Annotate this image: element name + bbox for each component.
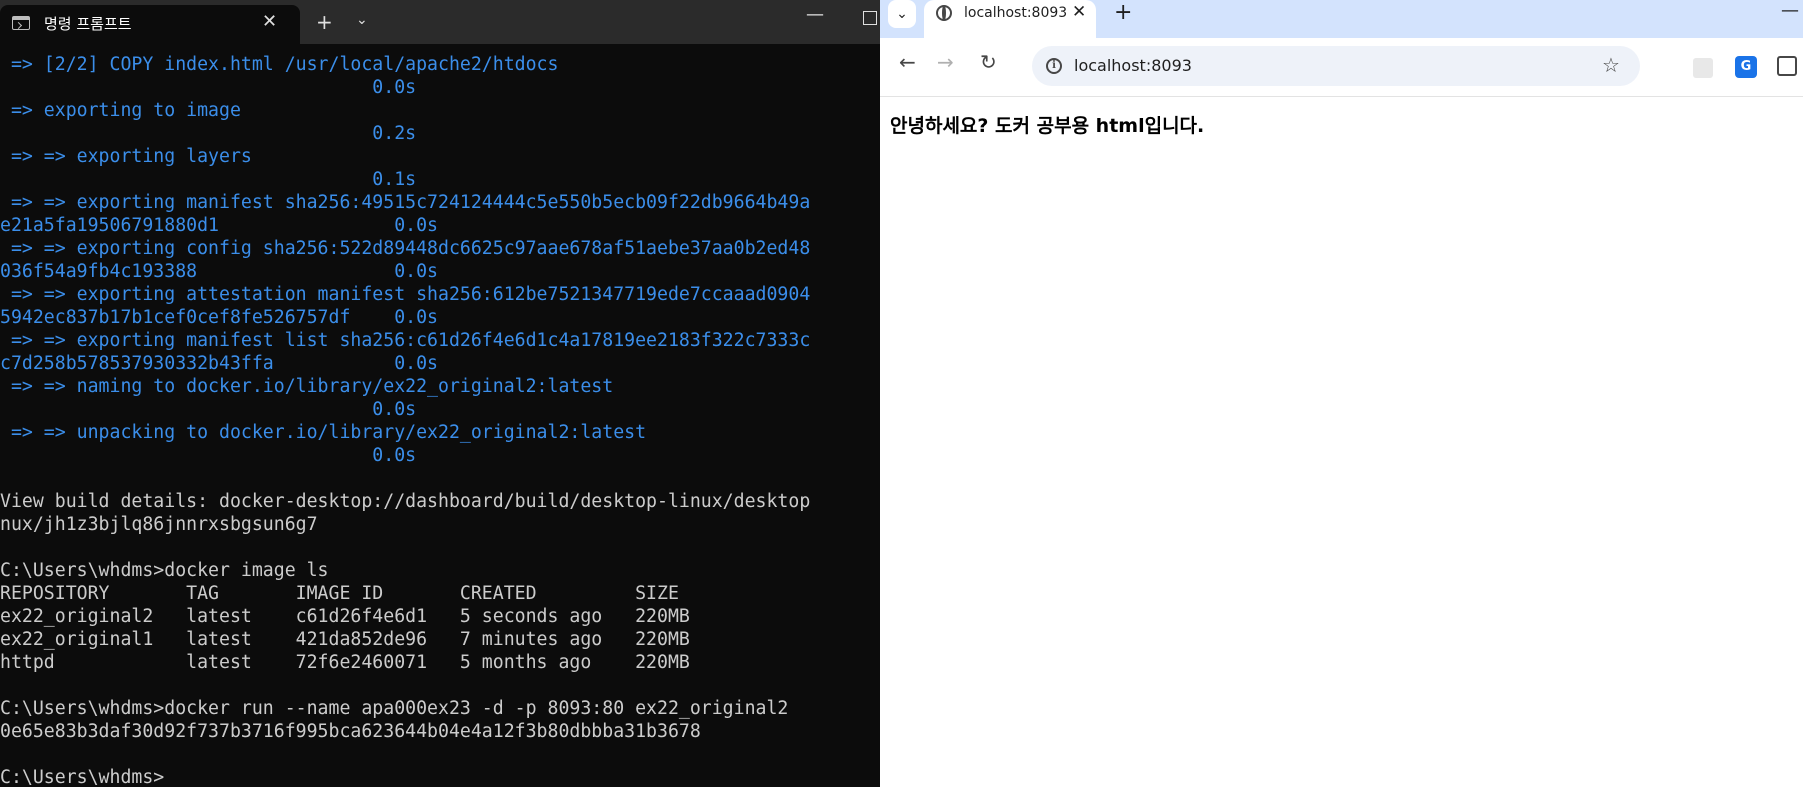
maximize-button[interactable]: [863, 11, 877, 25]
new-tab-button[interactable]: +: [316, 10, 333, 34]
terminal-tab-bar: 명령 프롬프트 ✕ + ⌄ —: [0, 0, 880, 44]
close-tab-icon[interactable]: ✕: [262, 11, 277, 32]
terminal-window[interactable]: 명령 프롬프트 ✕ + ⌄ — => [2/2] COPY index.html…: [0, 0, 880, 787]
browser-window: ⌄ localhost:8093 ✕ + — ← → ↻ i localhost…: [880, 0, 1803, 787]
terminal-line: e21a5fa19506791880d1 0.0s: [0, 215, 438, 236]
extensions-puzzle-icon[interactable]: [1777, 56, 1797, 76]
bookmark-star-icon[interactable]: ☆: [1602, 53, 1620, 77]
terminal-line: 0.1s: [0, 169, 417, 190]
terminal-line: => => exporting layers: [0, 146, 252, 167]
close-tab-icon[interactable]: ✕: [1072, 2, 1086, 22]
terminal-line: 0.0s: [0, 445, 417, 466]
globe-icon: [936, 5, 952, 21]
forward-button[interactable]: →: [937, 52, 954, 72]
browser-tab-bar: ⌄ localhost:8093 ✕ + —: [880, 0, 1803, 38]
translate-icon[interactable]: G: [1735, 56, 1757, 78]
url-text[interactable]: localhost:8093: [1074, 56, 1192, 75]
page-body-text: 안녕하세요? 도커 공부용 html입니다.: [890, 115, 1205, 137]
terminal-output[interactable]: => [2/2] COPY index.html /usr/local/apac…: [0, 53, 880, 787]
terminal-line: httpd latest 72f6e2460071 5 months ago 2…: [0, 652, 690, 673]
minimize-button[interactable]: —: [806, 4, 824, 25]
terminal-line: ex22_original1 latest 421da852de96 7 min…: [0, 629, 690, 650]
new-tab-button[interactable]: +: [1114, 0, 1132, 25]
browser-tab[interactable]: localhost:8093 ✕: [924, 0, 1096, 38]
terminal-line: 0.0s: [0, 77, 417, 98]
terminal-line: => => exporting attestation manifest sha…: [0, 284, 811, 305]
tab-search-button[interactable]: ⌄: [888, 0, 916, 28]
terminal-line: 0.2s: [0, 123, 417, 144]
terminal-line: => => unpacking to docker.io/library/ex2…: [0, 422, 647, 443]
terminal-line: nux/jh1z3bjlq86jnnrxsbgsun6g7: [0, 514, 318, 535]
extension-icon[interactable]: [1693, 58, 1713, 78]
reload-button[interactable]: ↻: [980, 52, 997, 72]
terminal-line: C:\Users\whdms>docker run --name apa000e…: [0, 698, 789, 719]
terminal-line: 5942ec837b17b1cef0cef8fe526757df 0.0s: [0, 307, 438, 328]
terminal-line: 036f54a9fb4c193388 0.0s: [0, 261, 438, 282]
site-info-icon[interactable]: i: [1046, 58, 1062, 74]
browser-tab-title: localhost:8093: [964, 5, 1068, 21]
terminal-line: => => exporting manifest sha256:49515c72…: [0, 192, 811, 213]
back-button[interactable]: ←: [899, 52, 916, 72]
minimize-button[interactable]: —: [1781, 0, 1799, 21]
terminal-line: => => exporting manifest list sha256:c61…: [0, 330, 811, 351]
terminal-line: ex22_original2 latest c61d26f4e6d1 5 sec…: [0, 606, 690, 627]
terminal-line: => [2/2] COPY index.html /usr/local/apac…: [0, 54, 559, 75]
terminal-line: View build details: docker-desktop://das…: [0, 491, 811, 512]
terminal-line: c7d258b578537930332b43ffa 0.0s: [0, 353, 438, 374]
terminal-line: 0e65e83b3daf30d92f737b3716f995bca623644b…: [0, 721, 701, 742]
browser-toolbar: ← → ↻ i localhost:8093 ☆ G: [880, 38, 1803, 97]
terminal-tab[interactable]: 명령 프롬프트 ✕: [0, 5, 300, 44]
terminal-line: C:\Users\whdms>: [0, 767, 165, 787]
address-bar[interactable]: i localhost:8093 ☆: [1032, 46, 1640, 86]
terminal-line: => exporting to image: [0, 100, 241, 121]
terminal-line: 0.0s: [0, 399, 417, 420]
terminal-icon: [12, 16, 30, 30]
terminal-line: REPOSITORY TAG IMAGE ID CREATED SIZE: [0, 583, 679, 604]
terminal-line: => => naming to docker.io/library/ex22_o…: [0, 376, 614, 397]
terminal-line: C:\Users\whdms>docker image ls: [0, 560, 329, 581]
chevron-down-icon[interactable]: ⌄: [356, 12, 368, 28]
terminal-tab-title: 명령 프롬프트: [44, 15, 132, 33]
terminal-line: => => exporting config sha256:522d89448d…: [0, 238, 811, 259]
